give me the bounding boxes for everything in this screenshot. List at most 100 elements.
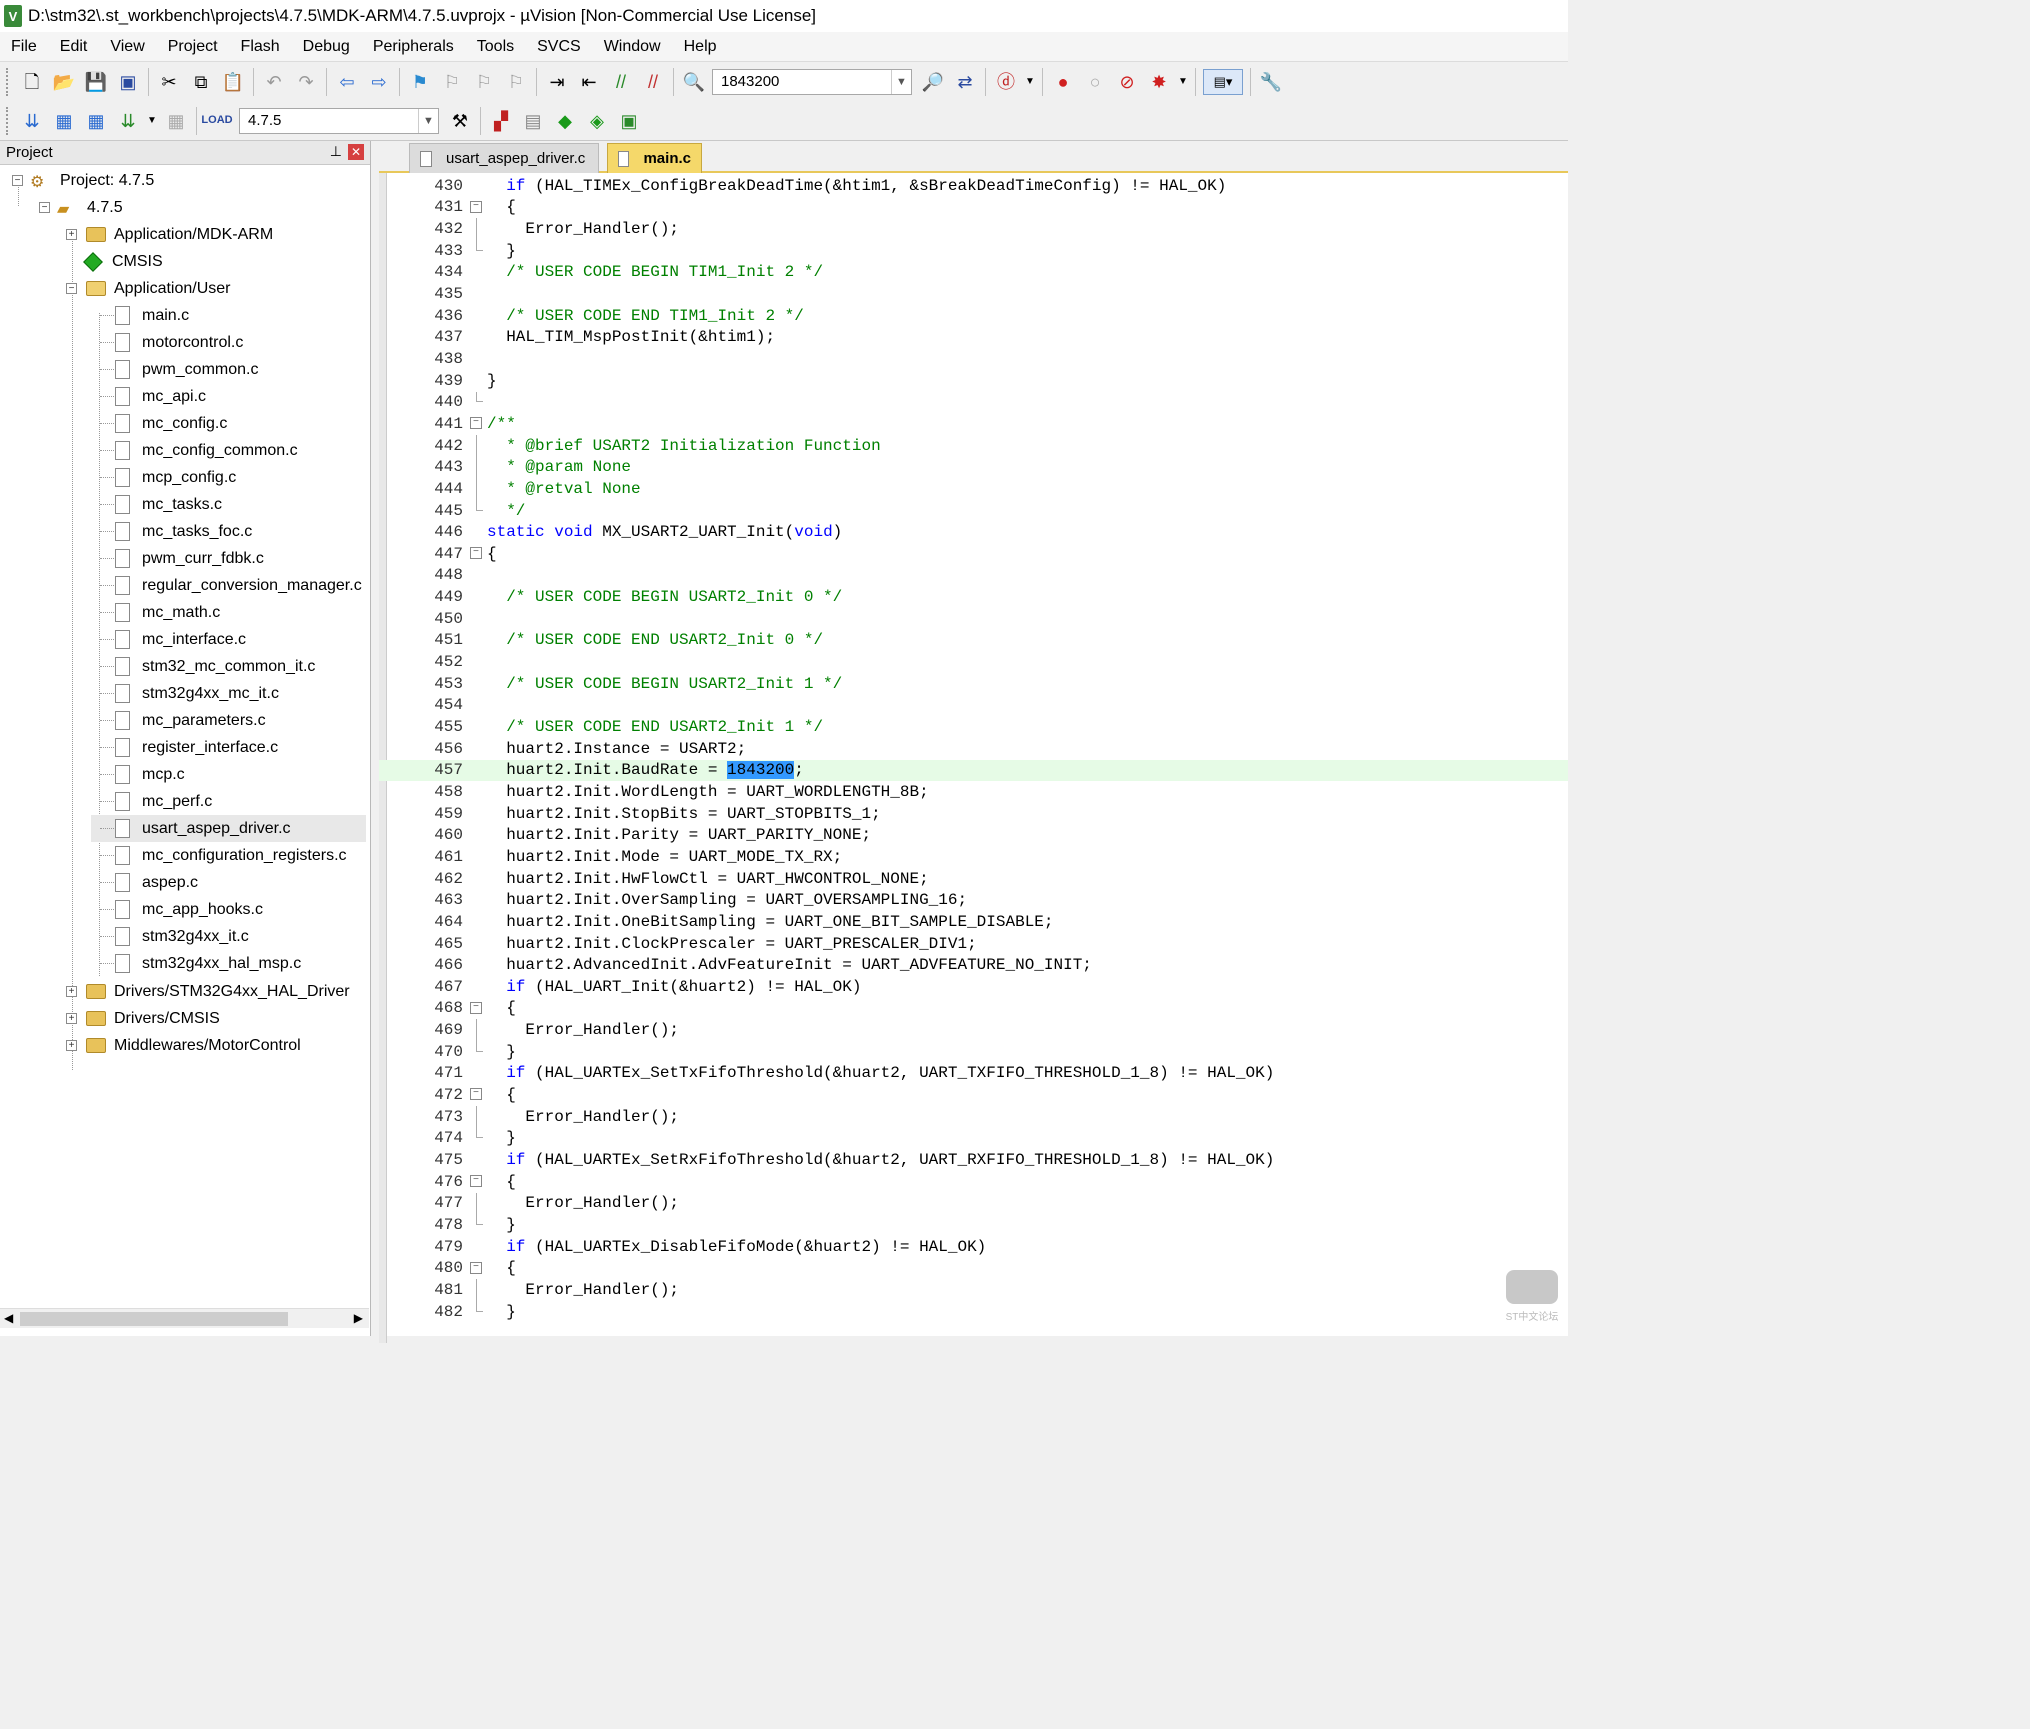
code-line[interactable]: 477 Error_Handler(); xyxy=(379,1192,1568,1215)
code-line[interactable]: 460 huart2.Init.Parity = UART_PARITY_NON… xyxy=(379,825,1568,847)
expand-icon[interactable]: + xyxy=(66,1040,77,1051)
previous-bookmark-icon[interactable]: ⚐ xyxy=(439,69,465,95)
fold-collapse-icon[interactable]: − xyxy=(470,200,482,213)
menu-help[interactable]: Help xyxy=(673,38,729,56)
code-line[interactable]: 439} xyxy=(379,370,1568,392)
start-debug-icon[interactable]: ⓓ xyxy=(993,69,1019,95)
close-icon[interactable]: ✕ xyxy=(348,144,364,160)
fold-margin[interactable]: − xyxy=(463,1258,487,1280)
configure-icon[interactable]: 🔧 xyxy=(1258,69,1284,95)
menu-project[interactable]: Project xyxy=(157,38,230,56)
scrollbar-thumb[interactable] xyxy=(20,1312,288,1326)
kill-breakpoints-icon[interactable]: ✸ xyxy=(1146,69,1172,95)
tree-file-item[interactable]: mc_interface.c xyxy=(91,626,366,653)
code-line[interactable]: 438 xyxy=(379,348,1568,370)
code-line[interactable]: 469 Error_Handler(); xyxy=(379,1019,1568,1041)
menu-flash[interactable]: Flash xyxy=(230,38,292,56)
menu-debug[interactable]: Debug xyxy=(292,38,362,56)
find-in-files-icon[interactable]: 🔍 xyxy=(681,69,707,95)
cut-icon[interactable]: ✂ xyxy=(156,69,182,95)
code-line[interactable]: 470 } xyxy=(379,1041,1568,1063)
copy-icon[interactable]: ⧉ xyxy=(188,69,214,95)
chevron-down-icon[interactable]: ▼ xyxy=(418,108,438,133)
code-line[interactable]: 434 /* USER CODE BEGIN TIM1_Init 2 */ xyxy=(379,262,1568,284)
window-layout-icon[interactable]: ▤▾ xyxy=(1203,68,1243,95)
download-icon[interactable]: LOAD xyxy=(201,108,232,134)
open-file-icon[interactable]: 📂 xyxy=(51,69,77,95)
incremental-find-icon[interactable]: ⇄ xyxy=(952,69,978,95)
code-line[interactable]: 481 Error_Handler(); xyxy=(379,1279,1568,1301)
fold-margin[interactable]: − xyxy=(463,1171,487,1193)
scroll-right-icon[interactable]: ▶ xyxy=(354,1311,363,1325)
menu-svcs[interactable]: SVCS xyxy=(526,38,593,56)
code-line[interactable]: 455 /* USER CODE END USART2_Init 1 */ xyxy=(379,716,1568,738)
insert-breakpoint-icon[interactable]: ● xyxy=(1050,69,1076,95)
stop-build-icon[interactable]: ▦ xyxy=(163,108,189,134)
code-line[interactable]: 467 if (HAL_UART_Init(&huart2) != HAL_OK… xyxy=(379,976,1568,998)
code-line[interactable]: 432 Error_Handler(); xyxy=(379,218,1568,240)
chevron-down-icon[interactable]: ▼ xyxy=(1025,69,1035,95)
fold-collapse-icon[interactable]: − xyxy=(470,1174,482,1187)
tree-file-item[interactable]: usart_aspep_driver.c xyxy=(91,815,366,842)
tree-file-item[interactable]: mcp_config.c xyxy=(91,464,366,491)
fold-collapse-icon[interactable]: − xyxy=(470,1088,482,1101)
uncomment-selection-icon[interactable]: // xyxy=(640,69,666,95)
fold-collapse-icon[interactable]: − xyxy=(470,1001,482,1014)
fold-collapse-icon[interactable]: − xyxy=(470,417,482,430)
code-line[interactable]: 458 huart2.Init.WordLength = UART_WORDLE… xyxy=(379,781,1568,803)
code-line[interactable]: 442 * @brief USART2 Initialization Funct… xyxy=(379,434,1568,457)
tree-file-item[interactable]: mc_api.c xyxy=(91,383,366,410)
menu-tools[interactable]: Tools xyxy=(466,38,526,56)
code-line[interactable]: 480− { xyxy=(379,1258,1568,1280)
tree-file-item[interactable]: motorcontrol.c xyxy=(91,329,366,356)
code-line[interactable]: 479 if (HAL_UARTEx_DisableFifoMode(&huar… xyxy=(379,1236,1568,1258)
code-line[interactable]: 464 huart2.Init.OneBitSampling = UART_ON… xyxy=(379,911,1568,933)
undo-icon[interactable]: ↶ xyxy=(261,69,287,95)
save-icon[interactable]: 💾 xyxy=(83,69,109,95)
code-line[interactable]: 446 static void MX_USART2_UART_Init(void) xyxy=(379,521,1568,543)
code-line[interactable]: 454 xyxy=(379,695,1568,717)
tree-file-item[interactable]: mc_configuration_registers.c xyxy=(91,842,366,869)
redo-icon[interactable]: ↷ xyxy=(293,69,319,95)
tree-file-item[interactable]: aspep.c xyxy=(91,869,366,896)
disable-breakpoints-icon[interactable]: ⊘ xyxy=(1114,69,1140,95)
tree-root-project[interactable]: − ⚙ Project: 4.7.5 xyxy=(10,167,154,194)
code-line[interactable]: 450 xyxy=(379,608,1568,630)
chevron-down-icon[interactable]: ▼ xyxy=(1178,69,1188,95)
menu-edit[interactable]: Edit xyxy=(49,38,100,56)
collapse-icon[interactable]: − xyxy=(66,283,77,294)
tree-file-item[interactable]: stm32_mc_common_it.c xyxy=(91,653,366,680)
tree-file-item[interactable]: main.c xyxy=(91,302,366,329)
code-line[interactable]: 448 xyxy=(379,565,1568,587)
target-options-icon[interactable]: ⚒ xyxy=(447,108,473,134)
code-line[interactable]: 466 huart2.AdvancedInit.AdvFeatureInit =… xyxy=(379,954,1568,976)
code-line[interactable]: 436 /* USER CODE END TIM1_Init 2 */ xyxy=(379,305,1568,327)
code-line[interactable]: 443 * @param None xyxy=(379,456,1568,479)
chevron-down-icon[interactable]: ▼ xyxy=(147,108,157,134)
tree-file-item[interactable]: stm32g4xx_mc_it.c xyxy=(91,680,366,707)
tree-file-item[interactable]: register_interface.c xyxy=(91,734,366,761)
tree-file-item[interactable]: mc_parameters.c xyxy=(91,707,366,734)
tree-group-cmsis[interactable]: CMSIS xyxy=(64,248,163,275)
code-line[interactable]: 445 */ xyxy=(379,499,1568,522)
tree-file-item[interactable]: pwm_curr_fdbk.c xyxy=(91,545,366,572)
tree-group-middlewares[interactable]: + Middlewares/MotorControl xyxy=(64,1032,301,1059)
tree-file-item[interactable]: stm32g4xx_it.c xyxy=(91,923,366,950)
expand-icon[interactable]: + xyxy=(66,986,77,997)
unindent-icon[interactable]: ⇤ xyxy=(576,69,602,95)
fold-margin[interactable]: − xyxy=(463,998,487,1020)
code-line[interactable]: 441−/** xyxy=(379,413,1568,435)
rebuild-icon[interactable]: ▦ xyxy=(83,108,109,134)
manage-rte-icon[interactable]: ◆ xyxy=(552,108,578,134)
code-line[interactable]: 430 if (HAL_TIMEx_ConfigBreakDeadTime(&h… xyxy=(379,175,1568,197)
new-file-icon[interactable]: 🗋 xyxy=(19,69,45,95)
indent-icon[interactable]: ⇥ xyxy=(544,69,570,95)
code-line[interactable]: 473 Error_Handler(); xyxy=(379,1105,1568,1128)
scroll-left-icon[interactable]: ◀ xyxy=(4,1311,13,1325)
menu-file[interactable]: File xyxy=(0,38,49,56)
code-line[interactable]: 433 } xyxy=(379,239,1568,262)
toolbar-grip[interactable] xyxy=(6,67,10,96)
pin-icon[interactable]: ⊥ xyxy=(330,143,342,160)
tree-file-item[interactable]: mc_tasks_foc.c xyxy=(91,518,366,545)
code-line[interactable]: 447−{ xyxy=(379,543,1568,565)
